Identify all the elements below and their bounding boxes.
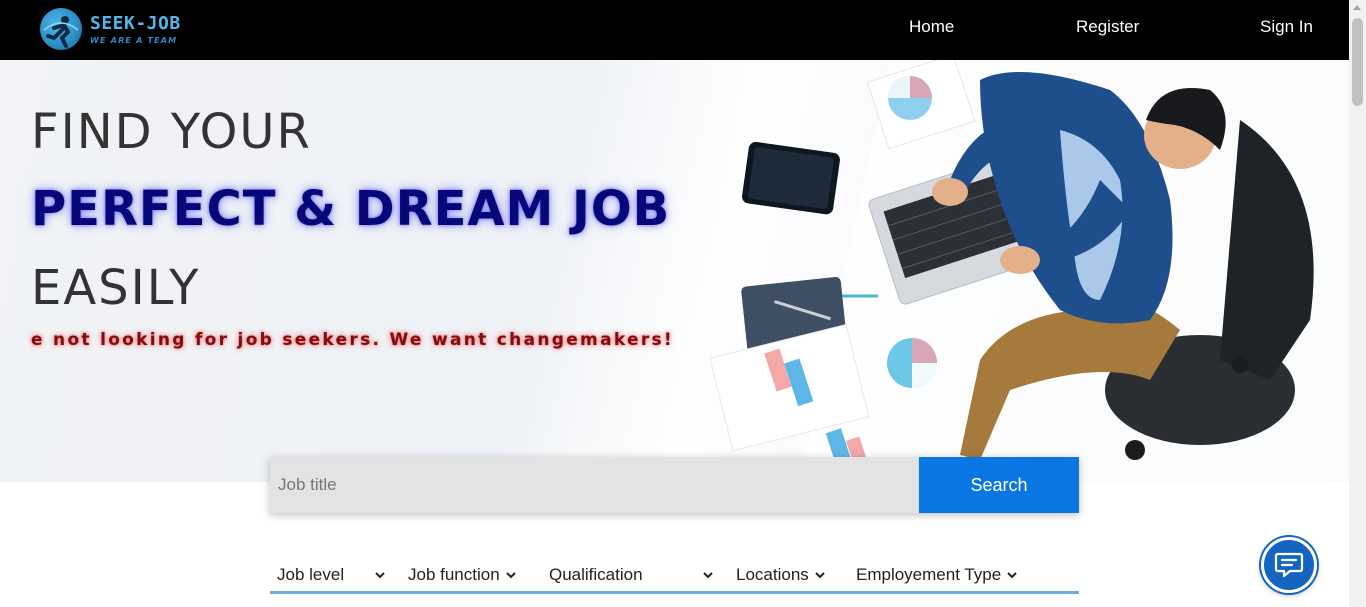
chevron-down-icon bbox=[505, 571, 516, 578]
hero-headline-line3: EASILY bbox=[31, 260, 201, 316]
chevron-down-icon bbox=[703, 571, 713, 578]
hero-headline-line2: PERFECT & DREAM JOB bbox=[31, 181, 671, 237]
filter-job-function[interactable]: Job function bbox=[408, 565, 516, 585]
job-search-bar: Search bbox=[270, 457, 1079, 513]
seek-job-logo-icon bbox=[40, 8, 82, 50]
job-title-search-input[interactable] bbox=[270, 457, 919, 513]
hero-headline-line1: FIND YOUR bbox=[31, 104, 312, 160]
filter-employment-type[interactable]: Employement Type bbox=[856, 565, 1017, 585]
filter-locations[interactable]: Locations bbox=[736, 565, 825, 585]
filter-bar: Job level Job function Qualification Loc… bbox=[270, 560, 1079, 594]
chevron-down-icon bbox=[375, 571, 385, 578]
nav-register-link[interactable]: Register bbox=[1076, 17, 1139, 37]
brand-tagline: WE ARE A TEAM bbox=[90, 35, 178, 45]
scrollbar-thumb[interactable] bbox=[1352, 18, 1363, 106]
chevron-down-icon bbox=[1007, 571, 1017, 578]
hero-banner: FIND YOUR PERFECT & DREAM JOB EASILY e n… bbox=[0, 60, 1349, 482]
scroll-up-arrow-icon[interactable] bbox=[1353, 5, 1361, 10]
filter-label: Job level bbox=[277, 565, 345, 584]
search-button[interactable]: Search bbox=[919, 457, 1079, 513]
brand-name: SEEK-JOB bbox=[90, 12, 181, 34]
chat-button[interactable] bbox=[1261, 537, 1317, 593]
top-navbar: SEEK-JOB WE ARE A TEAM Home Register Sig… bbox=[0, 0, 1349, 60]
nav-signin-link[interactable]: Sign In bbox=[1260, 17, 1313, 37]
hero-tagline: e not looking for job seekers. We want c… bbox=[31, 330, 674, 350]
nav-home-link[interactable]: Home bbox=[909, 17, 954, 37]
brand-logo[interactable]: SEEK-JOB WE ARE A TEAM bbox=[40, 8, 181, 50]
filter-label: Locations bbox=[736, 565, 809, 584]
filter-label: Job function bbox=[408, 565, 500, 584]
chevron-down-icon bbox=[815, 571, 825, 578]
chat-icon bbox=[1274, 552, 1304, 578]
filter-job-level[interactable]: Job level bbox=[277, 565, 385, 585]
page-scrollbar[interactable] bbox=[1349, 0, 1366, 607]
hero-workspace-illustration bbox=[709, 60, 1349, 482]
filter-label: Qualification bbox=[549, 565, 643, 584]
filter-label: Employement Type bbox=[856, 565, 1002, 584]
filter-qualification[interactable]: Qualification bbox=[549, 565, 713, 585]
